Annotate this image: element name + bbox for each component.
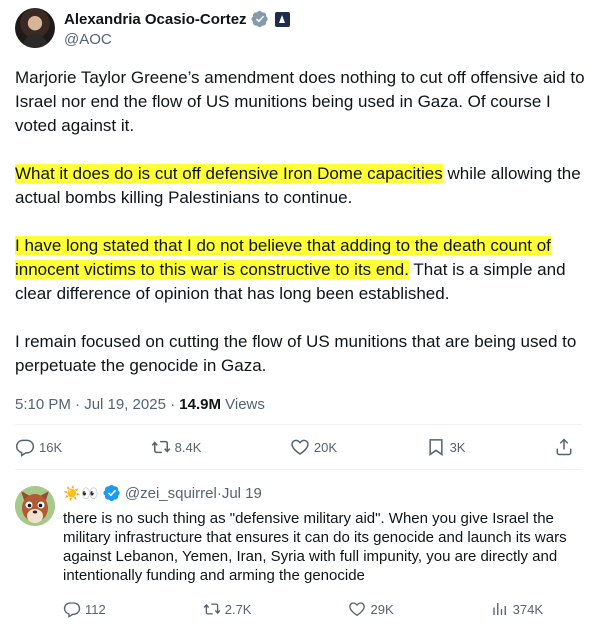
paragraph-text: I remain focused on cutting the flow of … xyxy=(15,332,577,375)
heart-icon xyxy=(291,439,309,456)
post-paragraph-1: Marjorie Taylor Greene’s amendment does … xyxy=(15,66,585,138)
author-handle[interactable]: @AOC xyxy=(64,31,112,48)
post-timestamp[interactable]: 5:10 PM · Jul 19, 2025 · xyxy=(15,396,179,413)
reply-avatar[interactable] xyxy=(15,486,55,526)
reply-count: 16K xyxy=(39,439,63,455)
repost-icon xyxy=(203,603,221,615)
author-display-name[interactable]: Alexandria Ocasio-Cortez xyxy=(64,11,247,28)
reply-header: ☀️👀 @zei_squirrel · Jul 19 xyxy=(63,484,262,502)
repost-count: 8.4K xyxy=(174,439,202,455)
reply-icon xyxy=(15,439,35,457)
bookmark-count: 3K xyxy=(449,439,466,455)
repost-icon xyxy=(151,440,170,454)
reply-like-button[interactable]: 29K xyxy=(348,600,394,618)
verified-badge-icon xyxy=(103,484,120,502)
share-icon xyxy=(556,438,572,456)
post-paragraph-4: I remain focused on cutting the flow of … xyxy=(15,330,585,378)
affiliation-badge-icon[interactable] xyxy=(274,11,290,27)
views-count: 14.9M xyxy=(179,396,221,413)
post-metadata: 5:10 PM · Jul 19, 2025 · 14.9M Views xyxy=(15,396,265,413)
reply-repost-button[interactable]: 2.7K xyxy=(203,600,252,618)
reply-count: 112 xyxy=(85,601,106,617)
post-action-bar: 16K 8.4K 20K 3K xyxy=(15,432,582,462)
reply-handle[interactable]: @zei_squirrel xyxy=(125,485,217,502)
reply-text: there is no such thing as "defensive mil… xyxy=(63,510,567,584)
like-count: 20K xyxy=(313,439,338,455)
like-count: 29K xyxy=(370,601,394,617)
reply-icon xyxy=(63,602,81,618)
repost-button[interactable]: 8.4K xyxy=(151,437,202,457)
views-chart-icon xyxy=(492,603,506,615)
reply-button[interactable]: 16K xyxy=(15,437,62,457)
repost-count: 2.7K xyxy=(224,601,252,617)
reply-date[interactable]: Jul 19 xyxy=(222,485,262,502)
post-paragraph-2: What it does do is cut off defensive Iro… xyxy=(15,162,585,210)
divider xyxy=(15,424,582,425)
verified-badge-icon xyxy=(251,10,268,28)
post-paragraph-3: I have long stated that I do not believe… xyxy=(15,234,585,306)
like-button[interactable]: 20K xyxy=(290,437,337,457)
reply-action-bar: 112 2.7K 29K 374K xyxy=(63,598,543,620)
heart-icon xyxy=(349,602,366,617)
paragraph-text: Marjorie Taylor Greene’s amendment does … xyxy=(15,68,585,135)
reply-reply-button[interactable]: 112 xyxy=(63,600,106,618)
author-row: Alexandria Ocasio-Cortez @AOC xyxy=(15,8,575,52)
reply-post[interactable]: ☀️👀 @zei_squirrel · Jul 19 there is no s… xyxy=(0,470,597,624)
author-name-line: Alexandria Ocasio-Cortez xyxy=(64,9,290,29)
author-avatar[interactable] xyxy=(15,8,55,48)
squirrel-avatar-icon xyxy=(15,486,55,526)
share-button[interactable] xyxy=(554,437,574,457)
views-count: 374K xyxy=(512,601,543,617)
post-body: Marjorie Taylor Greene’s amendment does … xyxy=(15,66,585,402)
reply-display-name[interactable]: ☀️👀 xyxy=(63,485,100,502)
reply-views-button[interactable]: 374K xyxy=(491,600,543,618)
bookmark-icon xyxy=(428,439,443,456)
views-label: Views xyxy=(220,396,265,413)
highlighted-text: What it does do is cut off defensive Iro… xyxy=(15,164,443,183)
bookmark-button[interactable]: 3K xyxy=(426,437,466,457)
